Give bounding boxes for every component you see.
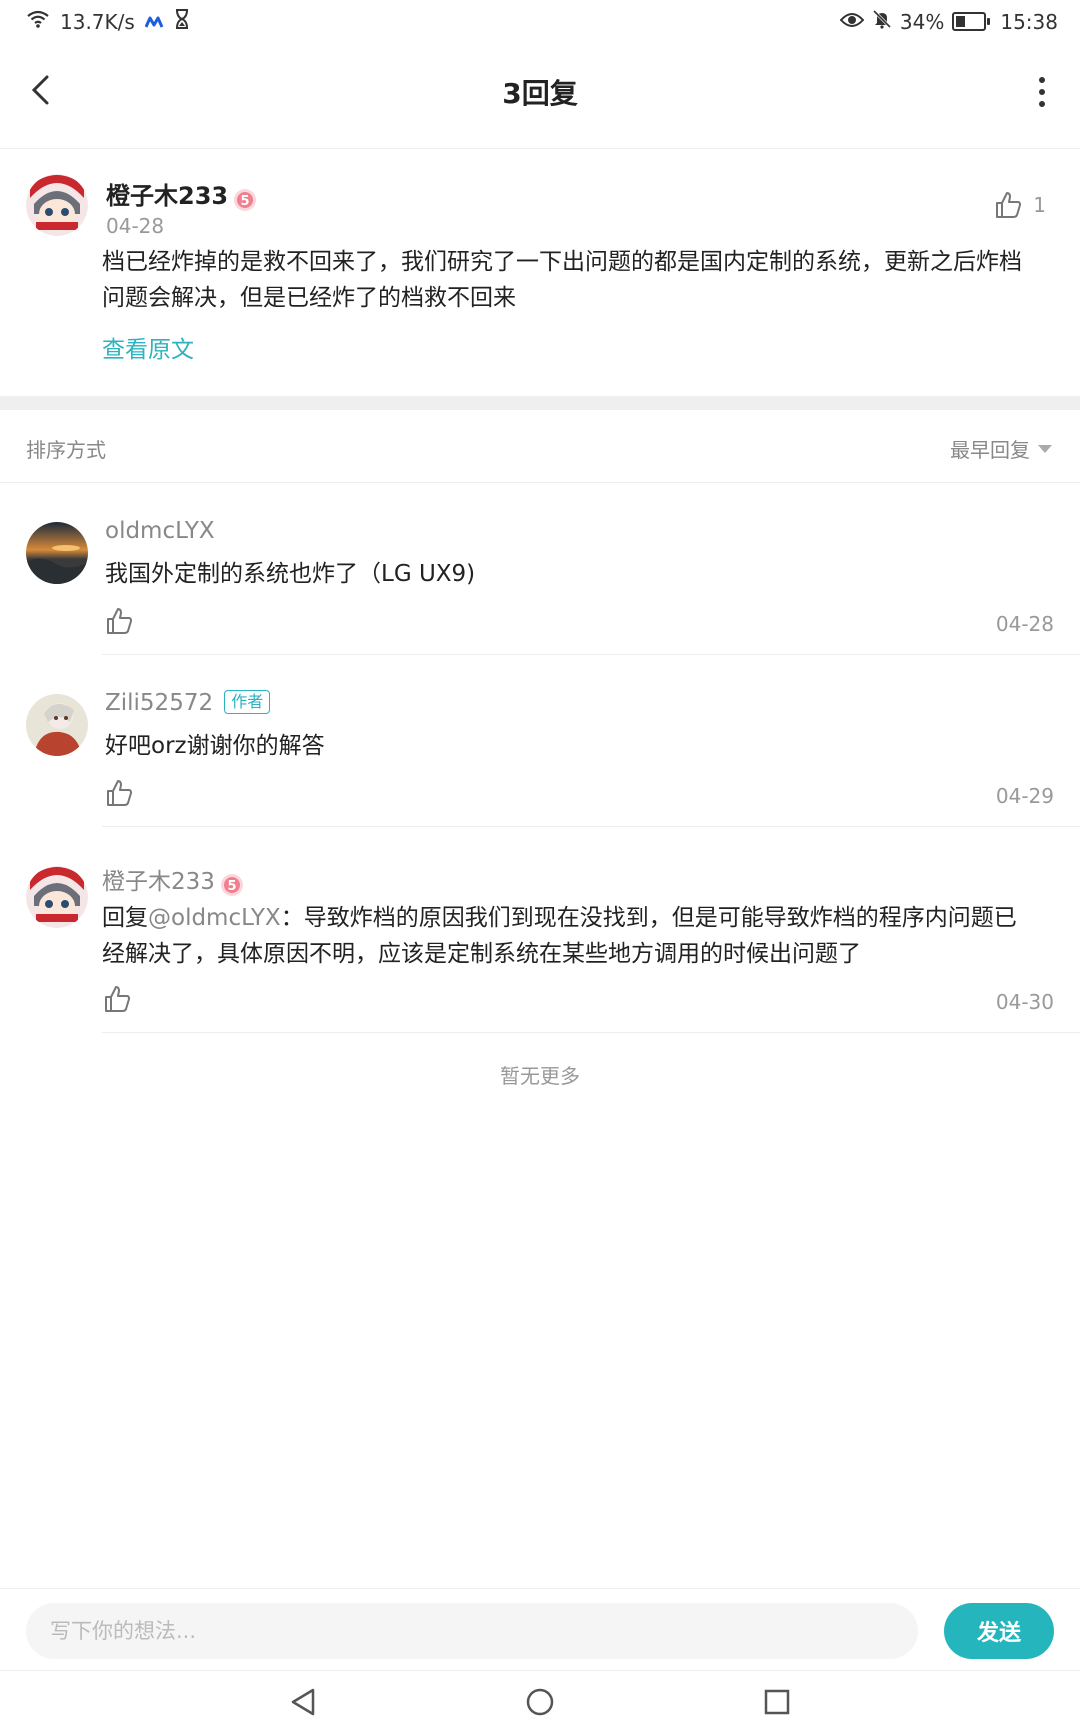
reply-text: 回复@oldmcLYX：导致炸档的原因我们到现在没找到，但是可能导致炸档的程序内… bbox=[102, 900, 1062, 972]
reply-date: 04-28 bbox=[995, 612, 1054, 636]
reply-author[interactable]: oldmcLYX bbox=[105, 518, 215, 544]
post-header: 橙子木233 5 bbox=[106, 176, 257, 212]
thumbs-up-icon bbox=[107, 780, 132, 806]
thumbs-up-icon bbox=[107, 608, 132, 634]
hourglass-icon bbox=[175, 9, 189, 34]
circle-home-icon bbox=[526, 1688, 554, 1716]
level-badge-icon: 5 bbox=[233, 188, 257, 212]
system-nav-bar bbox=[0, 1670, 1080, 1729]
svg-text:5: 5 bbox=[241, 194, 250, 209]
avatar[interactable] bbox=[26, 522, 88, 584]
divider bbox=[102, 654, 1080, 655]
eye-icon bbox=[839, 10, 865, 34]
reply-author[interactable]: Zili52572 bbox=[105, 690, 213, 716]
avatar[interactable] bbox=[26, 174, 88, 236]
section-divider bbox=[0, 396, 1080, 410]
author-name[interactable]: 橙子木233 bbox=[106, 182, 228, 210]
thumbs-up-icon bbox=[105, 986, 130, 1012]
avatar[interactable] bbox=[26, 694, 88, 756]
reply-text-line: 经解决了，具体原因不明，应该是定制系统在某些地方调用的时候出问题了 bbox=[102, 941, 861, 967]
post-like-button[interactable]: 1 bbox=[993, 190, 1046, 220]
post-date: 04-28 bbox=[106, 214, 165, 238]
nav-back-button[interactable] bbox=[286, 1685, 320, 1719]
triangle-back-icon bbox=[291, 1688, 315, 1716]
status-bar: 13.7K/s 34% 15:38 bbox=[0, 0, 1080, 44]
reply-like-button[interactable] bbox=[102, 984, 132, 1018]
level-badge-icon: 5 bbox=[220, 873, 244, 897]
top-app-bar: 3回复 bbox=[0, 44, 1080, 149]
reply-prefix: 回复 bbox=[102, 905, 148, 931]
square-recents-icon bbox=[764, 1689, 790, 1715]
page-title: 3回复 bbox=[502, 77, 578, 110]
post-body-line: 档已经炸掉的是救不回来了，我们研究了一下出问题的都是国内定制的系统，更新之后炸档 bbox=[102, 249, 1022, 275]
sort-selected: 最早回复 bbox=[950, 438, 1030, 462]
sort-label: 排序方式 bbox=[26, 438, 106, 462]
divider bbox=[102, 1032, 1080, 1033]
reply-text-line: ：导致炸档的原因我们到现在没找到，但是可能导致炸档的程序内问题已 bbox=[280, 905, 1017, 931]
reply-text: 我国外定制的系统也炸了（LG UX9) bbox=[105, 561, 476, 587]
divider bbox=[102, 826, 1080, 827]
svg-text:5: 5 bbox=[227, 879, 236, 894]
sort-dropdown[interactable]: 最早回复 bbox=[950, 434, 1052, 463]
more-options-button[interactable] bbox=[1032, 74, 1052, 110]
mute-bell-icon bbox=[872, 9, 892, 34]
battery-percent: 34% bbox=[899, 9, 945, 34]
reply-like-button[interactable] bbox=[104, 606, 134, 640]
reply-header: 橙子木233 5 bbox=[102, 862, 244, 897]
avatar[interactable] bbox=[26, 866, 88, 928]
composer-bar: 发送 bbox=[0, 1588, 1080, 1671]
like-count: 1 bbox=[1033, 193, 1046, 217]
nav-recents-button[interactable] bbox=[760, 1685, 794, 1719]
post-body: 档已经炸掉的是救不回来了，我们研究了一下出问题的都是国内定制的系统，更新之后炸档… bbox=[102, 244, 1052, 316]
clock: 15:38 bbox=[1000, 9, 1058, 34]
battery-icon bbox=[952, 12, 991, 31]
thumbs-up-icon bbox=[996, 192, 1022, 218]
reply-date: 04-30 bbox=[995, 990, 1054, 1014]
post-body-line: 问题会解决，但是已经炸了的档救不回来 bbox=[102, 285, 516, 311]
author-tag-badge: 作者 bbox=[224, 690, 271, 714]
send-button[interactable]: 发送 bbox=[944, 1603, 1054, 1659]
no-more-text: 暂无更多 bbox=[500, 1064, 580, 1088]
app-notification-icon bbox=[144, 10, 165, 34]
reply-date: 04-29 bbox=[995, 784, 1054, 808]
reply-author[interactable]: 橙子木233 bbox=[102, 869, 215, 895]
comment-input[interactable] bbox=[26, 1603, 918, 1659]
sort-bar: 排序方式 最早回复 bbox=[0, 410, 1080, 483]
mention-link[interactable]: @oldmcLYX bbox=[148, 905, 281, 931]
reply-header: Zili52572 作者 bbox=[105, 690, 271, 716]
reply-like-button[interactable] bbox=[104, 778, 134, 812]
view-original-link[interactable]: 查看原文 bbox=[102, 330, 194, 364]
more-vertical-icon bbox=[1039, 77, 1045, 83]
wifi-icon bbox=[26, 9, 50, 34]
nav-home-button[interactable] bbox=[523, 1685, 557, 1719]
reply-text: 好吧orz谢谢你的解答 bbox=[105, 733, 325, 759]
network-speed: 13.7K/s bbox=[60, 9, 135, 34]
caret-down-icon bbox=[1038, 444, 1052, 453]
